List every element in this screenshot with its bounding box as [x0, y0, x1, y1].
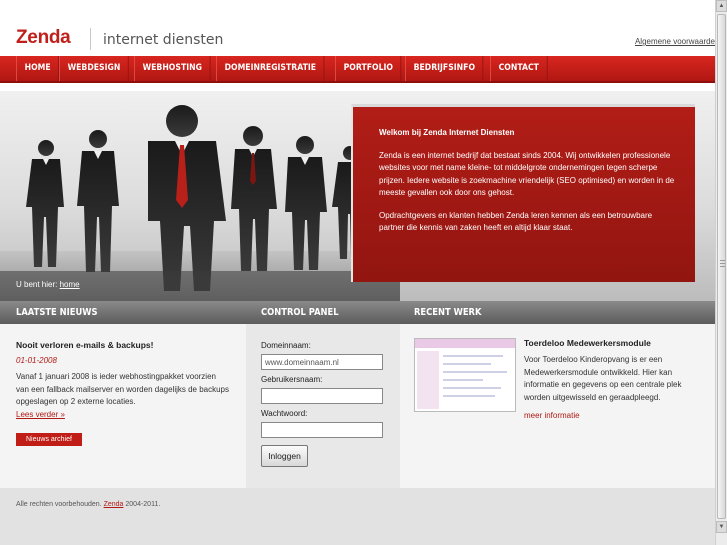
nav-item-contact[interactable]: CONTACT: [489, 56, 548, 81]
recent-work-section-header: RECENT WERK: [400, 301, 715, 324]
thumbnail-line: [443, 379, 483, 381]
business-people-illustration: [26, 105, 366, 291]
project-thumbnail[interactable]: [414, 338, 516, 412]
footer-years: 2004-2011.: [125, 501, 161, 508]
thumbnail-line: [443, 363, 491, 365]
thumbnail-header-bar: [415, 339, 515, 348]
breadcrumb-home-link[interactable]: home: [60, 280, 80, 289]
scrollbar-grip: [720, 260, 725, 261]
password-input[interactable]: [261, 422, 383, 438]
scroll-up-arrow-icon[interactable]: ▲: [716, 0, 727, 12]
news-title[interactable]: Nooit verloren e-mails & backups!: [16, 340, 230, 350]
main-nav: HOME WEBDESIGN WEBHOSTING DOMEINREGISTRA…: [0, 56, 715, 83]
news-archive-button[interactable]: Nieuws archief: [16, 433, 82, 446]
thumbnail-line: [443, 387, 501, 389]
thumbnail-line: [443, 355, 503, 357]
news-column: Nooit verloren e-mails & backups! 01-01-…: [0, 324, 246, 488]
nav-item-domeinregistratie[interactable]: DOMEINREGISTRATIE: [215, 56, 325, 81]
username-label: Gebruikersnaam:: [261, 375, 323, 384]
scroll-down-arrow-icon[interactable]: ▼: [716, 521, 727, 533]
welcome-title: Welkom bij Zenda Internet Diensten: [379, 128, 515, 137]
news-section-header: LAATSTE NIEUWS: [0, 301, 246, 324]
recent-work-column: Toerdeloo Medewerkersmodule Voor Toerdel…: [400, 324, 715, 488]
project-more-info-link[interactable]: meer informatie: [524, 411, 704, 420]
news-body-text: Vanaf 1 januari 2008 is ieder webhosting…: [16, 372, 230, 406]
breadcrumb: U bent hier: home: [0, 271, 400, 301]
thumbnail-line: [443, 371, 507, 373]
thumbnail-sidebar: [417, 351, 439, 409]
scrollbar-grip: [720, 266, 725, 267]
nav-item-webdesign[interactable]: WEBDESIGN: [59, 56, 130, 81]
project-info: Toerdeloo Medewerkersmodule Voor Toerdel…: [524, 338, 704, 420]
site-header: Zenda internet diensten Algemene voorwaa…: [0, 0, 715, 56]
footer-zenda-link[interactable]: Zenda: [104, 501, 124, 508]
vertical-scrollbar[interactable]: ▲ ▼: [715, 0, 727, 545]
control-panel-section-header: CONTROL PANEL: [246, 301, 400, 324]
site-footer: Alle rechten voorbehouden. Zenda 2004-20…: [0, 488, 715, 545]
welcome-paragraph-1: Zenda is een internet bedrijf dat bestaa…: [379, 150, 675, 198]
footer-rights: Alle rechten voorbehouden.: [16, 501, 102, 508]
terms-link[interactable]: Algemene voorwaarde: [635, 37, 715, 46]
domain-input[interactable]: [261, 354, 383, 370]
thumbnail-line: [443, 395, 495, 397]
control-panel-column: Domeinnaam: Gebruikersnaam: Wachtwoord: …: [246, 324, 400, 488]
news-section-title: LAATSTE NIEUWS: [16, 307, 98, 318]
password-label: Wachtwoord:: [261, 409, 308, 418]
login-button[interactable]: Inloggen: [261, 445, 308, 467]
nav-item-portfolio[interactable]: PORTFOLIO: [335, 56, 402, 81]
logo-divider: [90, 28, 91, 50]
site-logo[interactable]: Zenda: [16, 27, 71, 49]
breadcrumb-label: U bent hier:: [16, 280, 58, 289]
welcome-box: Welkom bij Zenda Internet Diensten Zenda…: [351, 104, 695, 282]
nav-item-webhosting[interactable]: WEBHOSTING: [133, 56, 211, 81]
domain-label: Domeinnaam:: [261, 341, 311, 350]
project-title: Toerdeloo Medewerkersmodule: [524, 338, 651, 348]
news-body: Vanaf 1 januari 2008 is ieder webhosting…: [16, 371, 230, 421]
nav-item-home[interactable]: HOME: [16, 56, 60, 81]
nav-item-bedrijfsinfo[interactable]: BEDRIJFSINFO: [405, 56, 485, 81]
welcome-paragraph-2: Opdrachtgevers en klanten hebben Zenda l…: [379, 210, 653, 233]
news-read-more-link[interactable]: Lees verder »: [16, 410, 65, 419]
site-tagline: internet diensten: [103, 32, 224, 48]
page-viewport: Zenda internet diensten Algemene voorwaa…: [0, 0, 715, 545]
scrollbar-grip: [720, 263, 725, 264]
username-input[interactable]: [261, 388, 383, 404]
project-description: Voor Toerdeloo Kinderopvang is er een Me…: [524, 355, 682, 402]
scrollbar-thumb[interactable]: [717, 14, 726, 519]
hero-banner: U bent hier: home Welkom bij Zenda Inter…: [0, 91, 715, 301]
recent-work-section-title: RECENT WERK: [414, 307, 482, 318]
control-panel-section-title: CONTROL PANEL: [261, 307, 339, 318]
news-date: 01-01-2008: [16, 356, 57, 365]
